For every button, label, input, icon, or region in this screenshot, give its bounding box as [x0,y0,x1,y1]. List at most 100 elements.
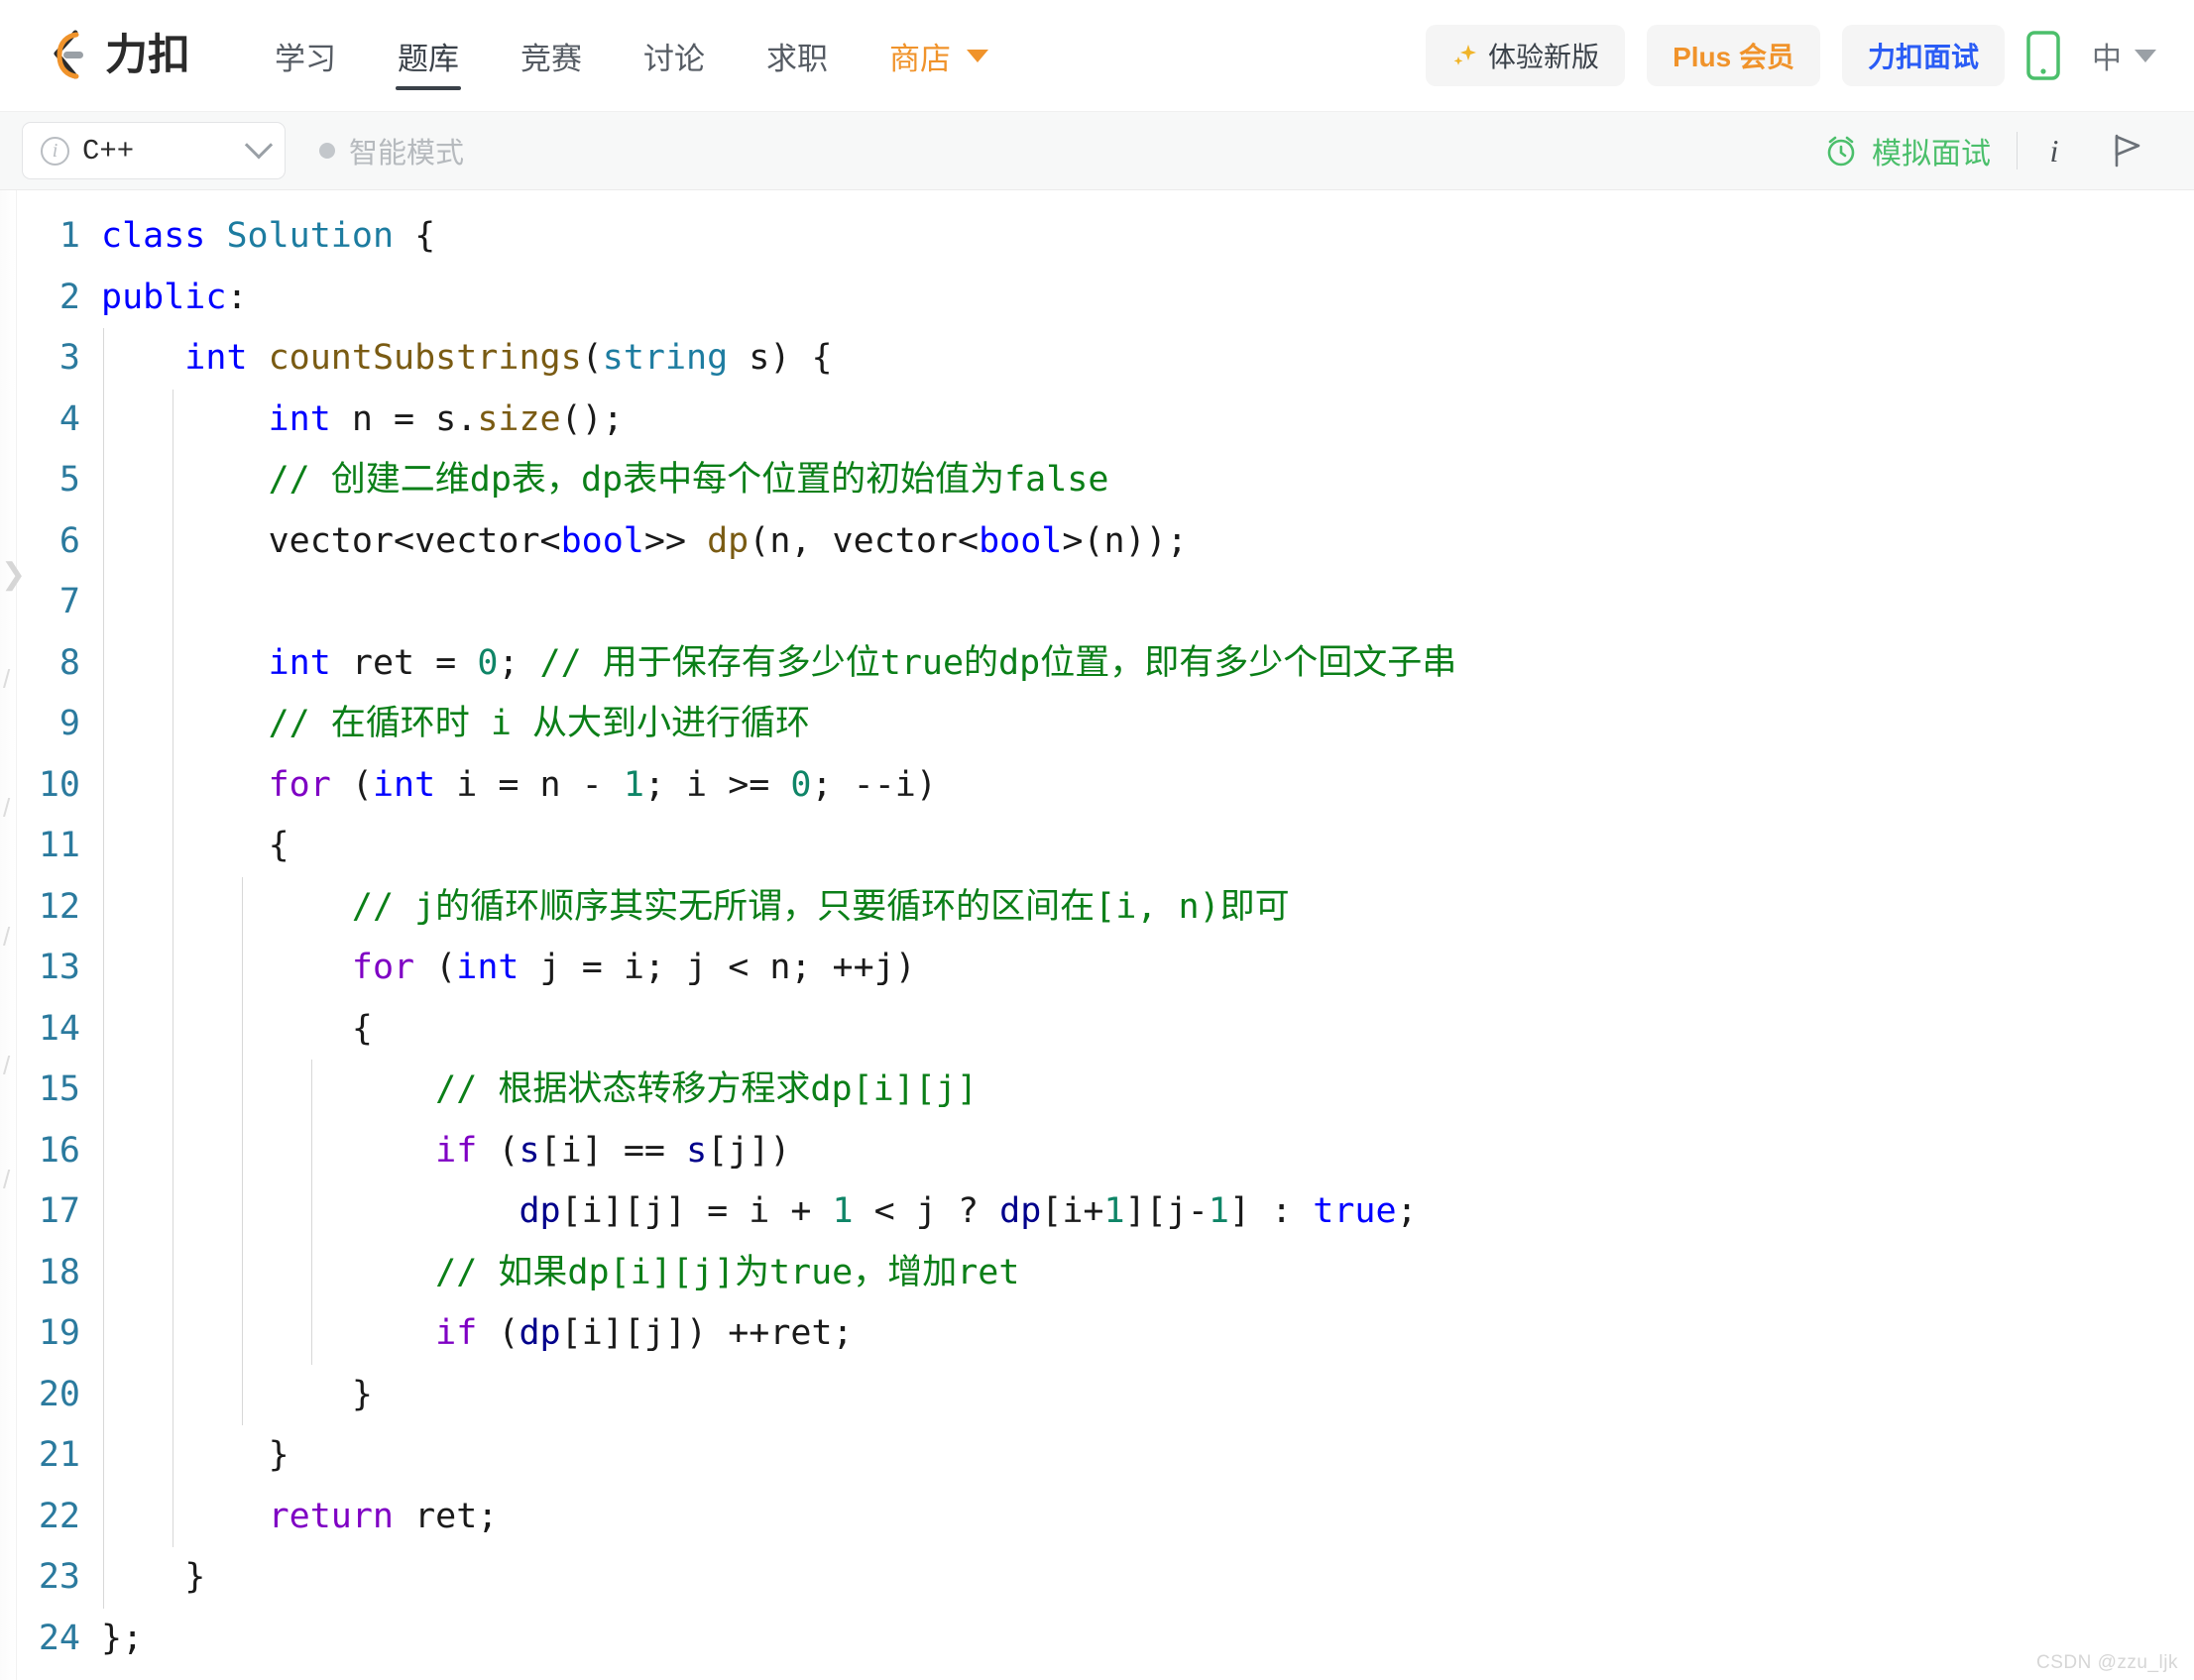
info-button[interactable]: i [2018,133,2091,169]
code-line-text[interactable]: for (int i = n - 1; i >= 0; --i) [101,754,2194,816]
plus-membership-label: Plus 会员 [1673,42,1794,72]
line-number: 22 [38,1496,80,1536]
code-line-text[interactable]: for (int j = i; j < n; ++j) [101,938,2194,999]
code-line-text[interactable]: }; [101,1609,2194,1670]
rail-tick-icon: / [3,1051,11,1080]
code-line: 16 if (s[i] == s[j]) [17,1120,2194,1181]
code-line: 20 } [17,1364,2194,1425]
code-line: 5 // 创建二维dp表，dp表中每个位置的初始值为false [17,450,2194,511]
code-line-text[interactable]: int n = s.size(); [101,389,2194,450]
line-number: 16 [38,1130,80,1171]
code-line: 19 if (dp[i][j]) ++ret; [17,1303,2194,1365]
code-line: 1 class Solution { [17,206,2194,268]
line-number: 10 [38,764,80,805]
code-line: 18 // 如果dp[i][j]为true，增加ret [17,1242,2194,1303]
nav-label: 求职 [766,41,828,76]
nav-item-study[interactable]: 学习 [244,0,367,112]
sparkle-icon [1451,43,1477,68]
code-line: 3 int countSubstrings(string s) { [17,328,2194,390]
nav-item-contest[interactable]: 竞赛 [490,0,613,112]
leetcode-interview-label: 力扣面试 [1867,42,1979,72]
line-number: 1 [58,216,80,256]
info-icon: i [41,136,69,166]
code-content[interactable]: 1 class Solution { 2 public: 3 int count… [17,190,2194,1680]
language-select-value: C++ [82,134,135,168]
smart-mode-label: 智能模式 [349,138,465,169]
language-select[interactable]: i C++ [22,122,286,179]
smart-mode-toggle[interactable]: 智能模式 [319,130,464,171]
code-line-text[interactable]: } [101,1364,2194,1425]
line-number: 7 [58,582,80,621]
leetcode-interview-button[interactable]: 力扣面试 [1841,25,2005,86]
site-header: 力扣 学习 题库 竞赛 讨论 求职 商店 体验新版 Plus 会员 力扣面试 中 [0,0,2194,112]
try-new-version-button[interactable]: 体验新版 [1426,25,1626,86]
chevron-down-icon [244,131,274,160]
nav-label: 学习 [275,41,336,76]
code-line-text[interactable]: } [101,1547,2194,1609]
line-number: 12 [38,886,80,927]
nav-label: 题库 [398,41,459,76]
mobile-app-icon[interactable] [2026,31,2060,80]
code-line: 11 { [17,816,2194,877]
line-number: 14 [38,1008,80,1049]
code-line-text[interactable]: // 如果dp[i][j]为true，增加ret [101,1242,2194,1303]
line-number: 4 [58,398,80,439]
code-line-text[interactable]: public: [101,268,2194,329]
code-line: 13 for (int j = i; j < n; ++j) [17,938,2194,999]
nav-item-discuss[interactable]: 讨论 [613,0,736,112]
line-number: 15 [38,1069,80,1109]
language-switcher[interactable]: 中 [2082,34,2156,77]
code-line-text[interactable]: class Solution { [101,206,2194,268]
line-number: 24 [38,1618,80,1658]
mock-interview-label: 模拟面试 [1872,138,1991,170]
editor-left-rail[interactable]: ❯ / / / / / [0,190,26,1680]
line-number: 11 [38,826,80,865]
code-line-text[interactable]: return ret; [101,1486,2194,1547]
code-line-text[interactable]: // 创建二维dp表，dp表中每个位置的初始值为false [101,450,2194,511]
code-line-text[interactable]: if (s[i] == s[j]) [101,1120,2194,1181]
line-number: 9 [58,704,80,743]
code-line-text[interactable]: vector<vector<bool>> dp(n, vector<bool>(… [101,510,2194,572]
code-line-text[interactable]: // 根据状态转移方程求dp[i][j] [101,1060,2194,1121]
watermark: CSDN @zzu_ljk [2036,1652,2178,1673]
code-line: 25 [17,1669,2194,1680]
plus-membership-button[interactable]: Plus 会员 [1647,25,1820,86]
line-number: 3 [58,338,80,378]
nav-label: 商店 [889,41,951,76]
line-number: 5 [58,460,80,500]
line-number: 21 [38,1435,80,1475]
code-line-text[interactable]: } [101,1425,2194,1487]
code-line-text[interactable]: { [101,816,2194,877]
code-line-text[interactable]: // j的循环顺序其实无所谓，只要循环的区间在[i, n)即可 [101,876,2194,938]
info-italic-icon: i [2049,132,2059,168]
code-line-text[interactable]: int countSubstrings(string s) { [101,328,2194,390]
language-switcher-label: 中 [2092,43,2122,75]
code-line-text[interactable]: int ret = 0; // 用于保存有多少位true的dp位置，即有多少个回… [101,632,2194,694]
code-line-text[interactable]: // 在循环时 i 从大到小进行循环 [101,694,2194,755]
line-number: 25 [17,1669,101,1680]
chevron-down-icon [2135,49,2156,62]
nav-item-store[interactable]: 商店 [859,0,1019,112]
code-editor[interactable]: ❯ / / / / / 1 class Solution { 2 public:… [0,190,2194,1680]
run-play-button[interactable] [2091,133,2164,168]
logo-text: 力扣 [105,31,190,79]
rail-tick-icon: / [3,793,11,823]
logo-link[interactable]: 力扣 [46,29,190,82]
nav-item-problems[interactable]: 题库 [367,0,490,112]
code-line: 15 // 根据状态转移方程求dp[i][j] [17,1060,2194,1121]
code-line: 21 } [17,1425,2194,1487]
code-line: 23 } [17,1547,2194,1609]
code-line: 4 int n = s.size(); [17,389,2194,450]
mock-interview-button[interactable]: 模拟面试 [1824,129,2017,172]
code-line: 22 return ret; [17,1486,2194,1547]
code-line-text[interactable]: dp[i][j] = i + 1 < j ? dp[i+1][j-1] : tr… [101,1181,2194,1243]
nav-item-jobs[interactable]: 求职 [736,0,859,112]
primary-nav: 学习 题库 竞赛 讨论 求职 商店 [244,0,1019,112]
nav-label: 讨论 [643,41,705,76]
code-line-text[interactable]: { [101,998,2194,1060]
code-line: 24 }; [17,1609,2194,1670]
chevron-down-icon [967,49,988,62]
rail-tick-icon: / [3,1165,11,1194]
code-line: 10 for (int i = n - 1; i >= 0; --i) [17,754,2194,816]
code-line-text[interactable]: if (dp[i][j]) ++ret; [101,1303,2194,1365]
